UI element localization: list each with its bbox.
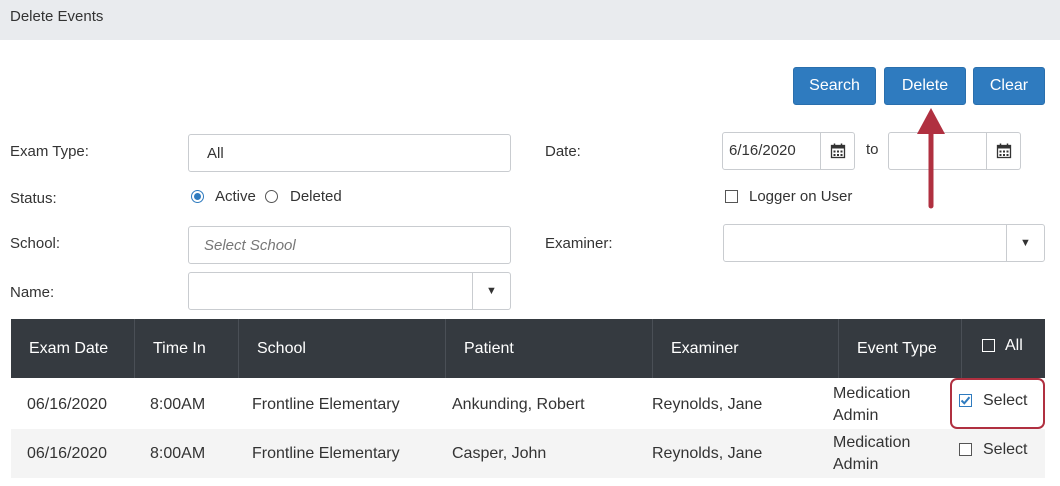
cell-school: Frontline Elementary — [252, 445, 400, 462]
school-input[interactable]: Select School — [188, 226, 511, 264]
logger-on-user-checkbox[interactable] — [725, 190, 738, 203]
status-deleted-radio[interactable] — [265, 190, 278, 203]
column-examiner[interactable]: Examiner — [653, 319, 839, 378]
cell-exam-date: 06/16/2020 — [27, 445, 108, 462]
exam-type-value: All — [207, 145, 224, 162]
column-school[interactable]: School — [239, 319, 446, 378]
column-patient[interactable]: Patient — [446, 319, 653, 378]
cell-patient: Casper, John — [452, 445, 547, 462]
search-button[interactable]: Search — [793, 67, 876, 105]
clear-button[interactable]: Clear — [973, 67, 1045, 105]
cell-patient: Ankunding, Robert — [452, 396, 585, 413]
table-header: Exam Date Time In School Patient Examine… — [11, 319, 1045, 378]
cell-exam-date: 06/16/2020 — [27, 396, 108, 413]
date-from-value: 6/16/2020 — [729, 142, 796, 159]
cell-examiner: Reynolds, Jane — [652, 396, 763, 413]
annotation-arrow-icon — [917, 108, 945, 209]
row-select-checkbox[interactable] — [959, 443, 972, 456]
row-select-label: Select — [983, 441, 1028, 458]
column-event-type[interactable]: Event Type — [839, 319, 962, 378]
date-to-label: to — [866, 141, 879, 158]
chevron-down-icon[interactable]: ▼ — [1006, 225, 1044, 261]
cell-event-type-line1: Medication — [833, 434, 911, 451]
cell-event-type-line2: Admin — [833, 456, 879, 473]
status-label: Status: — [10, 190, 57, 207]
delete-button[interactable]: Delete — [884, 67, 966, 105]
column-exam-date[interactable]: Exam Date — [11, 319, 135, 378]
status-deleted-label: Deleted — [290, 188, 342, 205]
selection-highlight — [950, 378, 1045, 429]
cell-time-in: 8:00AM — [150, 445, 206, 462]
cell-school: Frontline Elementary — [252, 396, 400, 413]
date-from-input[interactable]: 6/16/2020 — [722, 132, 855, 170]
table-row: 06/16/2020 8:00AM Frontline Elementary A… — [11, 380, 1045, 429]
table-row: 06/16/2020 8:00AM Frontline Elementary C… — [11, 429, 1045, 478]
exam-type-label: Exam Type: — [10, 143, 89, 160]
school-label: School: — [10, 235, 61, 252]
examiner-select[interactable]: ▼ — [723, 224, 1045, 262]
chevron-down-icon[interactable]: ▼ — [472, 273, 510, 309]
examiner-label: Examiner: — [545, 235, 613, 252]
page-title: Delete Events — [10, 8, 104, 25]
cell-examiner: Reynolds, Jane — [652, 445, 763, 462]
date-label: Date: — [545, 143, 581, 160]
cell-event-type-line1: Medication — [833, 385, 911, 402]
status-active-label: Active — [215, 188, 256, 205]
column-select-all: All — [962, 319, 1045, 378]
name-select[interactable]: ▼ — [188, 272, 511, 310]
exam-type-input[interactable]: All — [188, 134, 511, 172]
column-time-in[interactable]: Time In — [135, 319, 239, 378]
cell-event-type-line2: Admin — [833, 407, 879, 424]
title-bar: Delete Events — [0, 0, 1060, 40]
name-label: Name: — [10, 284, 55, 301]
calendar-icon[interactable] — [820, 133, 854, 169]
select-all-checkbox[interactable] — [982, 339, 995, 352]
logger-on-user-label: Logger on User — [749, 188, 853, 205]
school-placeholder: Select School — [204, 237, 296, 254]
calendar-icon[interactable] — [986, 133, 1020, 169]
status-active-radio[interactable] — [191, 190, 204, 203]
cell-time-in: 8:00AM — [150, 396, 206, 413]
date-to-input[interactable] — [888, 132, 1021, 170]
select-all-label: All — [1005, 337, 1023, 354]
